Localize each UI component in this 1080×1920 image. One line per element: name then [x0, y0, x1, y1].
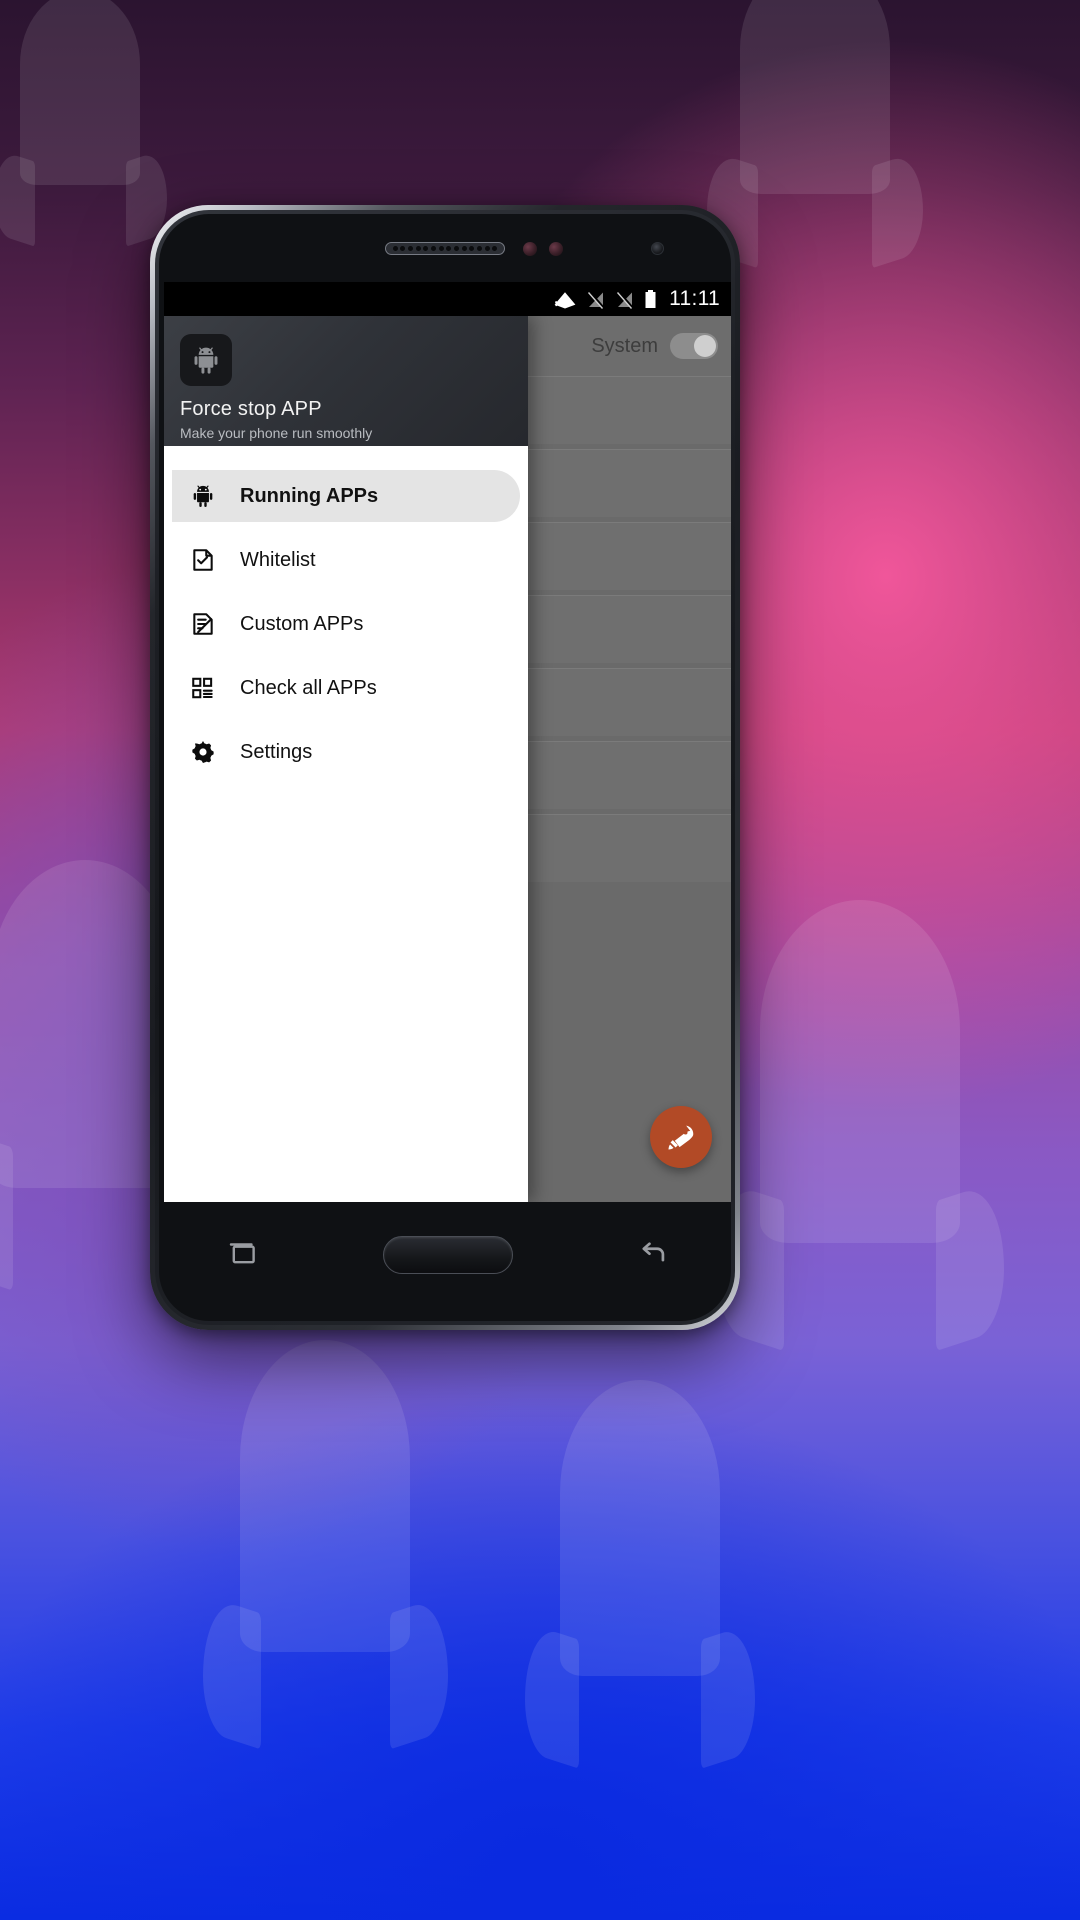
- rocket-silhouette: [707, 0, 923, 269]
- grid-list-icon: [188, 673, 218, 703]
- drawer-item-label: Running APPs: [240, 484, 379, 507]
- back-arrow-icon: [642, 1241, 664, 1261]
- gear-icon: [188, 737, 218, 767]
- rocket-silhouette: [202, 1340, 448, 1750]
- drawer-item-custom-apps[interactable]: Custom APPs: [172, 598, 520, 650]
- app-logo: [180, 334, 232, 386]
- android-status-bar: 11:11: [164, 282, 731, 316]
- recents-icon: [230, 1242, 256, 1263]
- drawer-item-label: Custom APPs: [240, 612, 364, 635]
- home-button[interactable]: [382, 1236, 513, 1274]
- navigation-drawer: Force stop APP Make your phone run smoot…: [164, 316, 528, 1202]
- phone-device-frame: System Force stop APP Make your phone ru…: [150, 205, 740, 1330]
- earpiece-speaker: [385, 242, 505, 255]
- android-robot-icon: [194, 347, 218, 374]
- device-chin: [159, 1287, 731, 1321]
- proximity-sensor: [523, 242, 537, 256]
- android-robot-icon: [188, 481, 218, 511]
- battery-icon: [645, 290, 656, 308]
- drawer-app-title: Force stop APP: [180, 398, 322, 420]
- drawer-item-label: Check all APPs: [240, 676, 377, 699]
- recents-button[interactable]: [224, 1236, 262, 1275]
- wifi-icon: [554, 292, 576, 309]
- back-button[interactable]: [634, 1236, 672, 1275]
- status-bar-clock: 11:11: [669, 287, 720, 310]
- phone-screen: System Force stop APP Make your phone ru…: [164, 282, 731, 1202]
- signal-no-sim-icon: [617, 290, 634, 309]
- front-camera: [651, 242, 664, 255]
- document-edit-icon: [188, 609, 218, 639]
- android-navigation-bar: [164, 1227, 731, 1283]
- drawer-app-subtitle: Make your phone run smoothly: [180, 425, 373, 441]
- rocket-silhouette: [0, 0, 167, 247]
- rocket-silhouette: [716, 900, 1004, 1352]
- drawer-item-running-apps[interactable]: Running APPs: [172, 470, 520, 522]
- drawer-menu-list: Running APPs Whitelist Custom APPs Check…: [164, 446, 528, 1202]
- drawer-item-label: Whitelist: [240, 548, 316, 571]
- drawer-item-check-all-apps[interactable]: Check all APPs: [172, 662, 520, 714]
- drawer-header: Force stop APP Make your phone run smoot…: [164, 316, 528, 446]
- document-check-icon: [188, 545, 218, 575]
- drawer-item-whitelist[interactable]: Whitelist: [172, 534, 520, 586]
- drawer-item-settings[interactable]: Settings: [172, 726, 520, 778]
- light-sensor: [549, 242, 563, 256]
- signal-no-sim-icon: [588, 290, 605, 309]
- rocket-silhouette: [524, 1380, 756, 1769]
- drawer-item-label: Settings: [240, 740, 313, 763]
